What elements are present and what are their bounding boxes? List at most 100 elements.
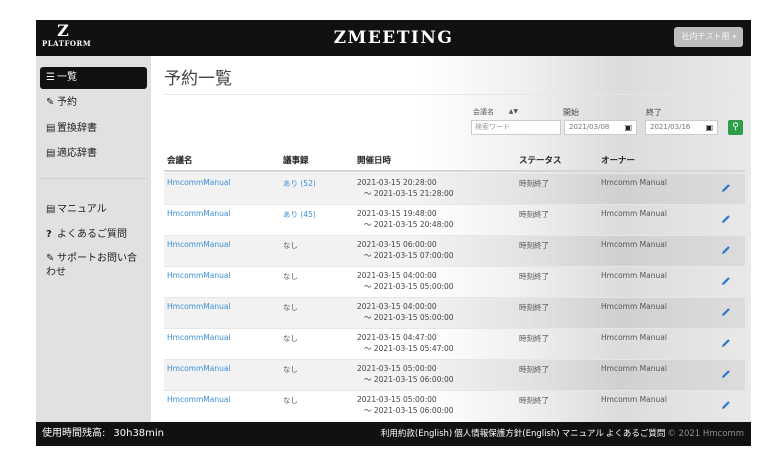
status-text: 時刻終了	[519, 334, 549, 343]
keyword-input[interactable]: 検索ワード	[471, 120, 561, 135]
meeting-name-link[interactable]: HmcommManual	[167, 364, 231, 373]
book-icon: ▤	[46, 204, 56, 215]
end-date-input[interactable]: 2021/03/16 ▣	[645, 120, 718, 135]
column-header-status[interactable]: ステータス	[519, 154, 562, 166]
search-field-select[interactable]: 会議名 ▲▼	[471, 105, 526, 119]
main-content: 予約一覧 会議名 ▲▼ 検索ワード 開始 2021/03/08 ▣ 終了 2021/…	[151, 56, 751, 422]
table-header: 会議名 議事録 開催日時 ステータス オーナー	[164, 146, 745, 172]
minutes-link[interactable]: あり (52)	[283, 178, 316, 189]
column-header-owner[interactable]: オーナー	[601, 154, 635, 166]
footer-link-terms[interactable]: 利用約款(English)	[381, 429, 452, 439]
edit-icon[interactable]	[721, 245, 731, 255]
top-navbar: Z PLATFORM ZMEETING 社内テスト用 ▾	[36, 20, 751, 56]
end-datetime: ～ 2021-03-15 05:47:00	[364, 344, 454, 353]
meeting-name-link[interactable]: HmcommManual	[167, 302, 231, 311]
column-header-meeting-name[interactable]: 会議名	[167, 154, 193, 166]
status-text: 時刻終了	[519, 210, 549, 219]
meeting-name-link[interactable]: HmcommManual	[167, 395, 231, 404]
caret-down-icon: ▾	[732, 33, 736, 41]
copyright: © 2021 Hmcomm	[667, 429, 744, 439]
owner-name: Hmcomm Manual	[601, 333, 667, 342]
edit-icon[interactable]	[721, 338, 731, 348]
sidebar-item-label: サポートお問い合わせ	[46, 253, 137, 278]
sidebar-item-adaptive-dictionary[interactable]: ▤ 適応辞書	[40, 147, 147, 161]
table-row: HmcommManual あり (52) 2021-03-15 20:28:00 ～ …	[164, 173, 745, 204]
edit-icon[interactable]	[721, 183, 731, 193]
sidebar-item-manual[interactable]: ▤ マニュアル	[40, 203, 147, 217]
calendar-icon[interactable]: ▣	[624, 121, 632, 134]
table-row: HmcommManual なし 2021-03-15 04:00:00 ～ 2021-…	[164, 266, 745, 297]
start-date-input[interactable]: 2021/03/08 ▣	[564, 120, 637, 135]
edit-icon[interactable]	[721, 307, 731, 317]
owner-name: Hmcomm Manual	[601, 364, 667, 373]
start-datetime: 2021-03-15 19:48:00	[357, 209, 437, 218]
status-text: 時刻終了	[519, 241, 549, 250]
start-datetime: 2021-03-15 04:47:00	[357, 333, 437, 342]
sidebar-item-label: よくあるご質問	[57, 229, 127, 240]
status-text: 時刻終了	[519, 272, 549, 281]
status-text: 時刻終了	[519, 179, 549, 188]
sidebar-item-label: 予約	[57, 97, 77, 108]
minutes-link[interactable]: あり (45)	[283, 209, 316, 220]
meeting-name-link[interactable]: HmcommManual	[167, 333, 231, 342]
owner-name: Hmcomm Manual	[601, 395, 667, 404]
start-datetime: 2021-03-15 20:28:00	[357, 178, 437, 187]
start-datetime: 2021-03-15 06:00:00	[357, 240, 437, 249]
pencil-icon: ✎	[46, 97, 55, 108]
sidebar-item-list[interactable]: ☰ 一覧	[40, 67, 147, 89]
list-icon: ☰	[46, 72, 55, 83]
table-row: HmcommManual なし 2021-03-15 05:00:00 ～ 2021-…	[164, 390, 745, 421]
edit-icon[interactable]	[721, 400, 731, 410]
sidebar-item-replace-dictionary[interactable]: ▤ 置換辞書	[40, 122, 147, 136]
end-datetime: ～ 2021-03-15 05:00:00	[364, 313, 454, 322]
sidebar-item-label: 適応辞書	[57, 148, 97, 159]
start-date-label: 開始	[563, 108, 579, 117]
footer-link-faq[interactable]: よくあるご質問	[606, 429, 666, 439]
end-date-label: 終了	[646, 108, 662, 117]
end-datetime: ～ 2021-03-15 06:00:00	[364, 375, 454, 384]
sidebar-item-support[interactable]: ✎ サポートお問い合わせ	[40, 252, 140, 280]
edit-icon[interactable]	[721, 276, 731, 286]
footer-link-manual[interactable]: マニュアル	[562, 429, 604, 439]
owner-name: Hmcomm Manual	[601, 271, 667, 280]
status-text: 時刻終了	[519, 303, 549, 312]
meeting-name-link[interactable]: HmcommManual	[167, 240, 231, 249]
search-button[interactable]: ⚲	[728, 120, 743, 135]
column-header-datetime[interactable]: 開催日時	[357, 154, 391, 166]
search-icon: ⚲	[732, 122, 739, 132]
start-date-value: 2021/03/08	[569, 123, 610, 131]
select-arrows-icon: ▲▼	[508, 108, 518, 115]
owner-name: Hmcomm Manual	[601, 178, 667, 187]
book-icon: ▤	[46, 123, 56, 134]
minutes-text: なし	[283, 303, 298, 312]
app-title: ZMEETING	[333, 28, 454, 48]
edit-icon[interactable]	[721, 369, 731, 379]
remaining-time-label: 使用時間残高:	[42, 428, 106, 439]
minutes-text: なし	[283, 272, 298, 281]
meeting-name-link[interactable]: HmcommManual	[167, 271, 231, 280]
sidebar-divider	[40, 178, 147, 179]
page-title: 予約一覧	[164, 69, 232, 89]
user-menu-button[interactable]: 社内テスト用 ▾	[674, 27, 743, 47]
question-icon: ?	[46, 229, 52, 240]
table-row: HmcommManual なし 2021-03-15 04:47:00 ～ 2021-…	[164, 328, 745, 359]
user-menu-label: 社内テスト用	[681, 32, 730, 41]
edit-box-icon: ✎	[46, 253, 55, 264]
sidebar-item-faq[interactable]: ? よくあるご質問	[40, 228, 147, 242]
calendar-icon[interactable]: ▣	[705, 121, 713, 134]
owner-name: Hmcomm Manual	[601, 302, 667, 311]
end-datetime: ～ 2021-03-15 21:28:00	[364, 189, 454, 198]
owner-name: Hmcomm Manual	[601, 240, 667, 249]
start-datetime: 2021-03-15 04:00:00	[357, 302, 437, 311]
status-text: 時刻終了	[519, 396, 549, 405]
footer-links: 利用約款(English) 個人情報保護方針(English) マニュアル よくあるご…	[379, 422, 744, 446]
column-header-minutes[interactable]: 議事録	[283, 154, 309, 166]
table-row: HmcommManual なし 2021-03-15 04:00:00 ～ 2021-…	[164, 297, 745, 328]
meeting-name-link[interactable]: HmcommManual	[167, 209, 231, 218]
table-row: HmcommManual なし 2021-03-15 05:00:00 ～ 2021-…	[164, 359, 745, 390]
minutes-text: なし	[283, 241, 298, 250]
meeting-name-link[interactable]: HmcommManual	[167, 178, 231, 187]
edit-icon[interactable]	[721, 214, 731, 224]
sidebar-item-reserve[interactable]: ✎ 予約	[40, 96, 147, 110]
footer-link-privacy[interactable]: 個人情報保護方針(English)	[454, 429, 559, 439]
